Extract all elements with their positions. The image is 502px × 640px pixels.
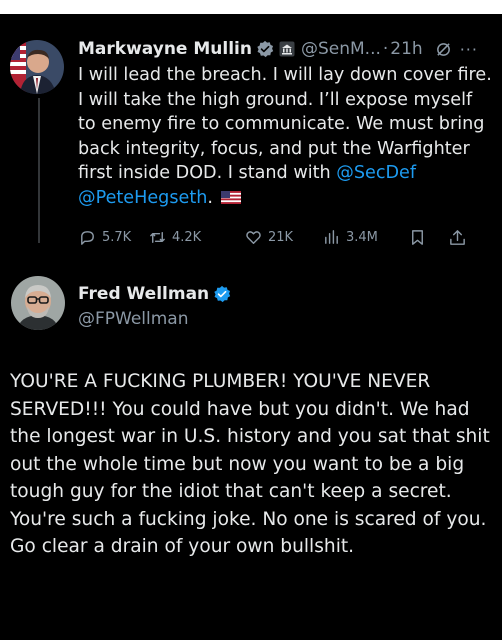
thread-connector-line [38,98,40,243]
author-name-line: Fred Wellman [78,282,231,306]
repost-count: 4.2K [172,229,202,245]
mention-petehegseth[interactable]: @PeteHegseth [78,188,207,208]
reply-button[interactable]: 5.7K [78,228,148,247]
tweet-action-bar: 5.7K 4.2K 21K 3.4M [78,224,494,250]
views-chart-icon [325,229,338,244]
bookmark-button[interactable] [408,228,448,247]
repost-button[interactable]: 4.2K [148,228,244,247]
author-name[interactable]: Markwayne Mullin [78,39,252,59]
heart-icon [246,230,261,244]
tweet-mullin[interactable]: Markwayne Mullin @SenM... · 21h ··· I wi… [78,36,494,211]
bookmark-icon [412,229,423,245]
author-handle[interactable]: @SenM... [301,39,381,59]
like-count: 21K [268,229,294,245]
tweet-wellman-text: YOU'RE A FUCKING PLUMBER! YOU'VE NEVER S… [10,371,490,557]
separator-dot: · [382,39,389,59]
verified-badge-icon [257,40,274,58]
avatar-fred-wellman[interactable] [11,276,65,330]
reply-count: 5.7K [102,229,132,245]
share-icon [450,229,465,245]
repost-icon [150,231,165,243]
top-white-strip [0,0,502,14]
more-options-icon[interactable]: ··· [460,40,478,59]
avatar-markwayne-mullin[interactable] [10,40,64,94]
tweet-header: Markwayne Mullin @SenM... · 21h ··· [78,36,494,62]
author-name[interactable]: Fred Wellman [78,284,209,304]
author-handle[interactable]: @FPWellman [78,309,231,329]
like-button[interactable]: 21K [244,228,322,247]
views-button[interactable]: 3.4M [322,228,408,247]
tweet-wellman-header: Fred Wellman @FPWellman [78,282,231,329]
us-flag-emoji-icon [220,190,241,204]
grok-icon[interactable] [435,41,452,58]
reply-icon [81,230,94,245]
share-button[interactable] [448,228,478,247]
tweet-text: I will lead the breach. I will lay down … [78,63,494,211]
mention-secdef[interactable]: @SecDef [336,163,416,183]
views-count: 3.4M [346,229,378,245]
tweet-text-main: I will lead the breach. I will lay down … [78,65,492,184]
tweet-timestamp[interactable]: 21h [390,39,422,59]
tweet-text-end: . [207,187,213,208]
verified-badge-icon [214,285,231,303]
government-label-icon [279,41,295,57]
